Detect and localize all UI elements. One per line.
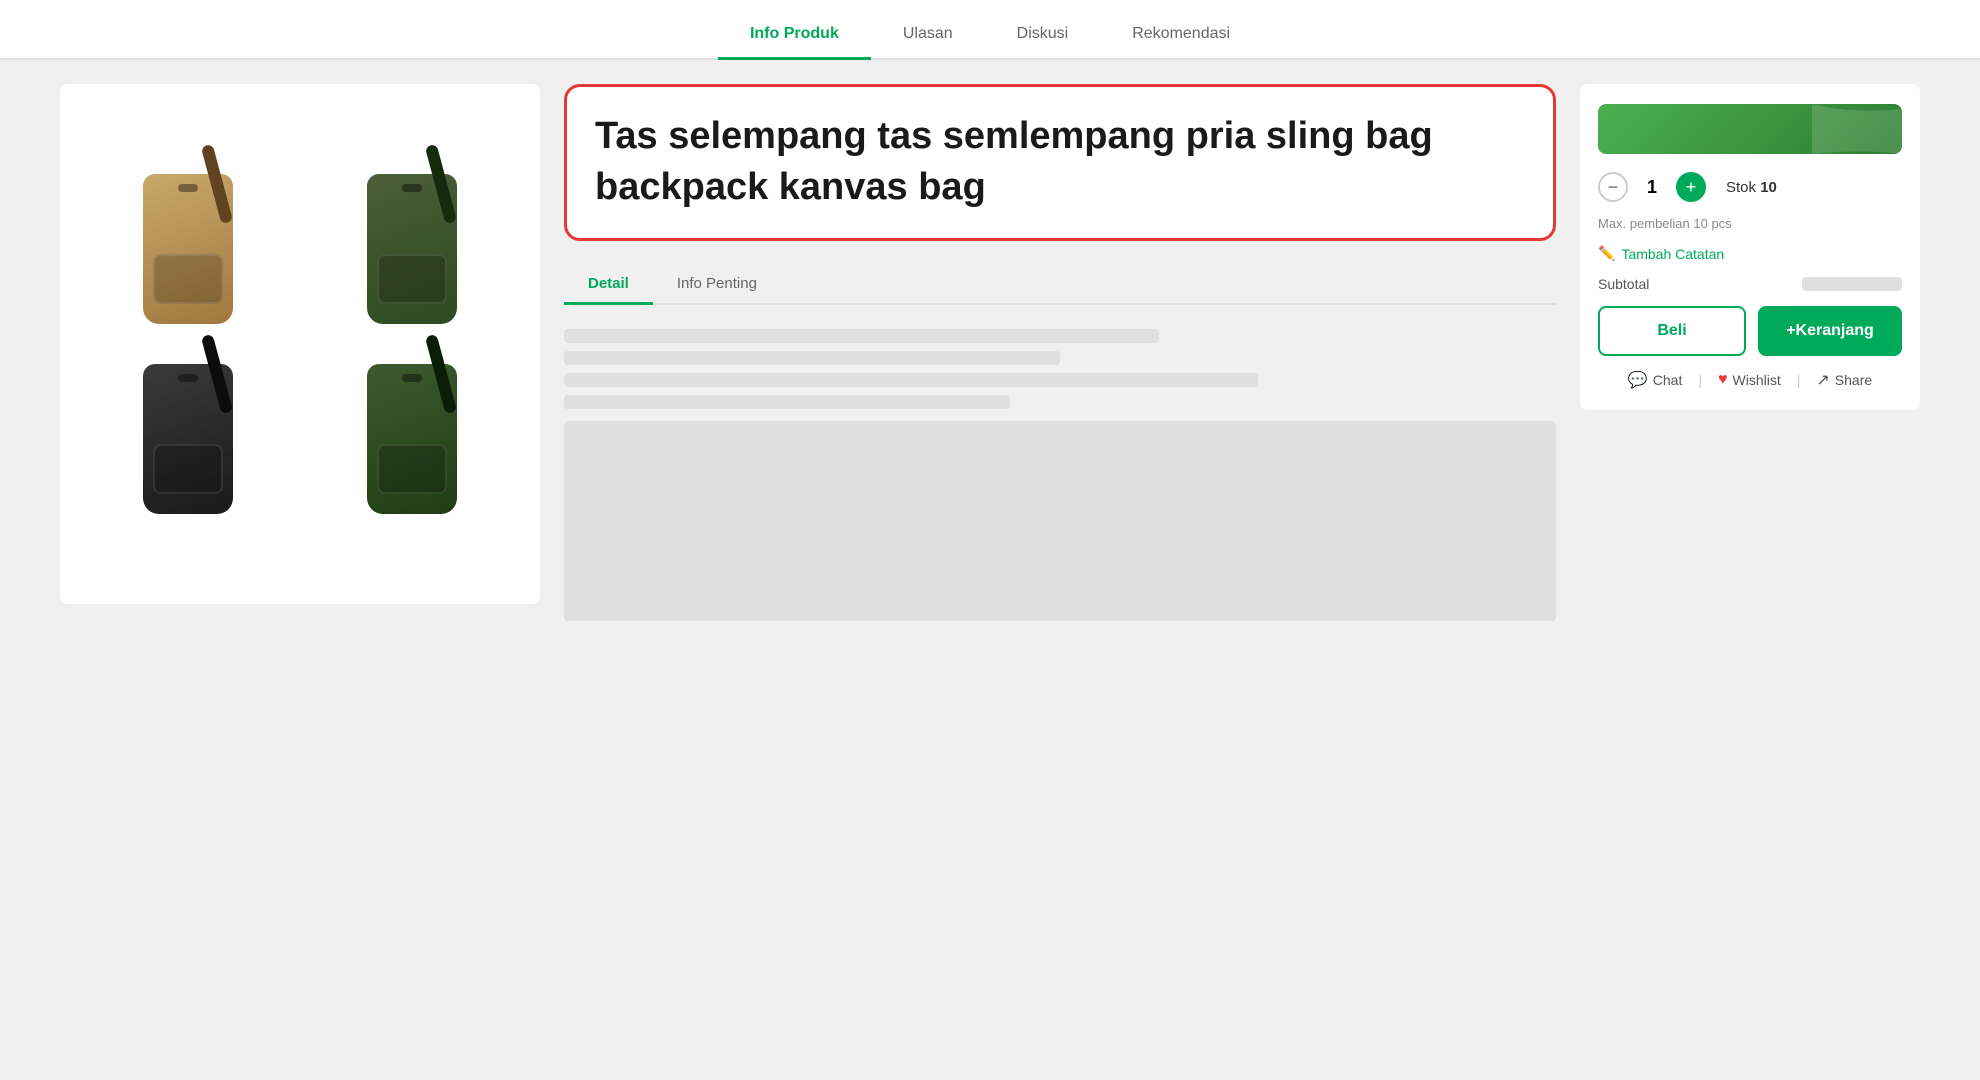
skeleton-bar-1 — [564, 329, 1159, 343]
bottom-actions: Chat | Wishlist | Share — [1598, 370, 1902, 390]
purchase-panel: − 1 + Stok 10 Max. pembelian 10 pcs Tamb… — [1580, 84, 1920, 410]
product-image-black[interactable] — [80, 348, 296, 530]
promo-banner — [1598, 104, 1902, 154]
main-content: Tas selempang tas semlempang pria sling … — [0, 60, 1980, 641]
skeleton-bar-4 — [564, 395, 1010, 409]
promo-banner-svg — [1782, 104, 1902, 154]
tab-detail[interactable]: Detail — [564, 265, 653, 305]
tab-info-penting[interactable]: Info Penting — [653, 265, 781, 305]
skeleton-bar-2 — [564, 351, 1060, 365]
tab-info-produk[interactable]: Info Produk — [718, 11, 871, 60]
stock-label: Stok 10 — [1726, 179, 1777, 196]
action-buttons: Beli +Keranjang — [1598, 306, 1902, 356]
tab-rekomendasi[interactable]: Rekomendasi — [1100, 11, 1262, 60]
divider-1: | — [1698, 372, 1702, 388]
product-image-panel — [60, 84, 540, 604]
quantity-decrease-button[interactable]: − — [1598, 172, 1628, 202]
chat-icon — [1628, 370, 1648, 390]
product-title-box: Tas selempang tas semlempang pria sling … — [564, 84, 1556, 241]
share-button[interactable]: Share — [1816, 370, 1872, 390]
product-title: Tas selempang tas semlempang pria sling … — [595, 111, 1525, 214]
wishlist-icon — [1718, 371, 1728, 389]
chat-button[interactable]: Chat — [1628, 370, 1683, 390]
beli-button[interactable]: Beli — [1598, 306, 1746, 356]
product-image-darkgreen[interactable] — [304, 348, 520, 530]
pencil-icon — [1598, 245, 1615, 262]
max-purchase-label: Max. pembelian 10 pcs — [1598, 216, 1902, 231]
quantity-increase-button[interactable]: + — [1676, 172, 1706, 202]
product-image-tan[interactable] — [80, 158, 296, 340]
skeleton-block — [564, 421, 1556, 621]
divider-2: | — [1797, 372, 1801, 388]
product-tabs: Info Produk Ulasan Diskusi Rekomendasi — [0, 0, 1980, 60]
detail-tabs: Detail Info Penting — [564, 265, 1556, 305]
skeleton-bar-3 — [564, 373, 1258, 387]
subtotal-value — [1802, 277, 1902, 291]
subtotal-label: Subtotal — [1598, 276, 1649, 292]
keranjang-button[interactable]: +Keranjang — [1758, 306, 1902, 356]
subtotal-row: Subtotal — [1598, 276, 1902, 292]
tab-diskusi[interactable]: Diskusi — [985, 11, 1101, 60]
quantity-row: − 1 + Stok 10 — [1598, 172, 1902, 202]
product-detail: Tas selempang tas semlempang pria sling … — [564, 84, 1556, 621]
detail-content — [564, 321, 1556, 621]
quantity-value: 1 — [1640, 177, 1664, 198]
tambah-catatan-button[interactable]: Tambah Catatan — [1598, 245, 1902, 262]
share-icon — [1816, 370, 1829, 390]
product-image-camo[interactable] — [304, 158, 520, 340]
tab-ulasan[interactable]: Ulasan — [871, 11, 985, 60]
wishlist-button[interactable]: Wishlist — [1718, 371, 1781, 389]
